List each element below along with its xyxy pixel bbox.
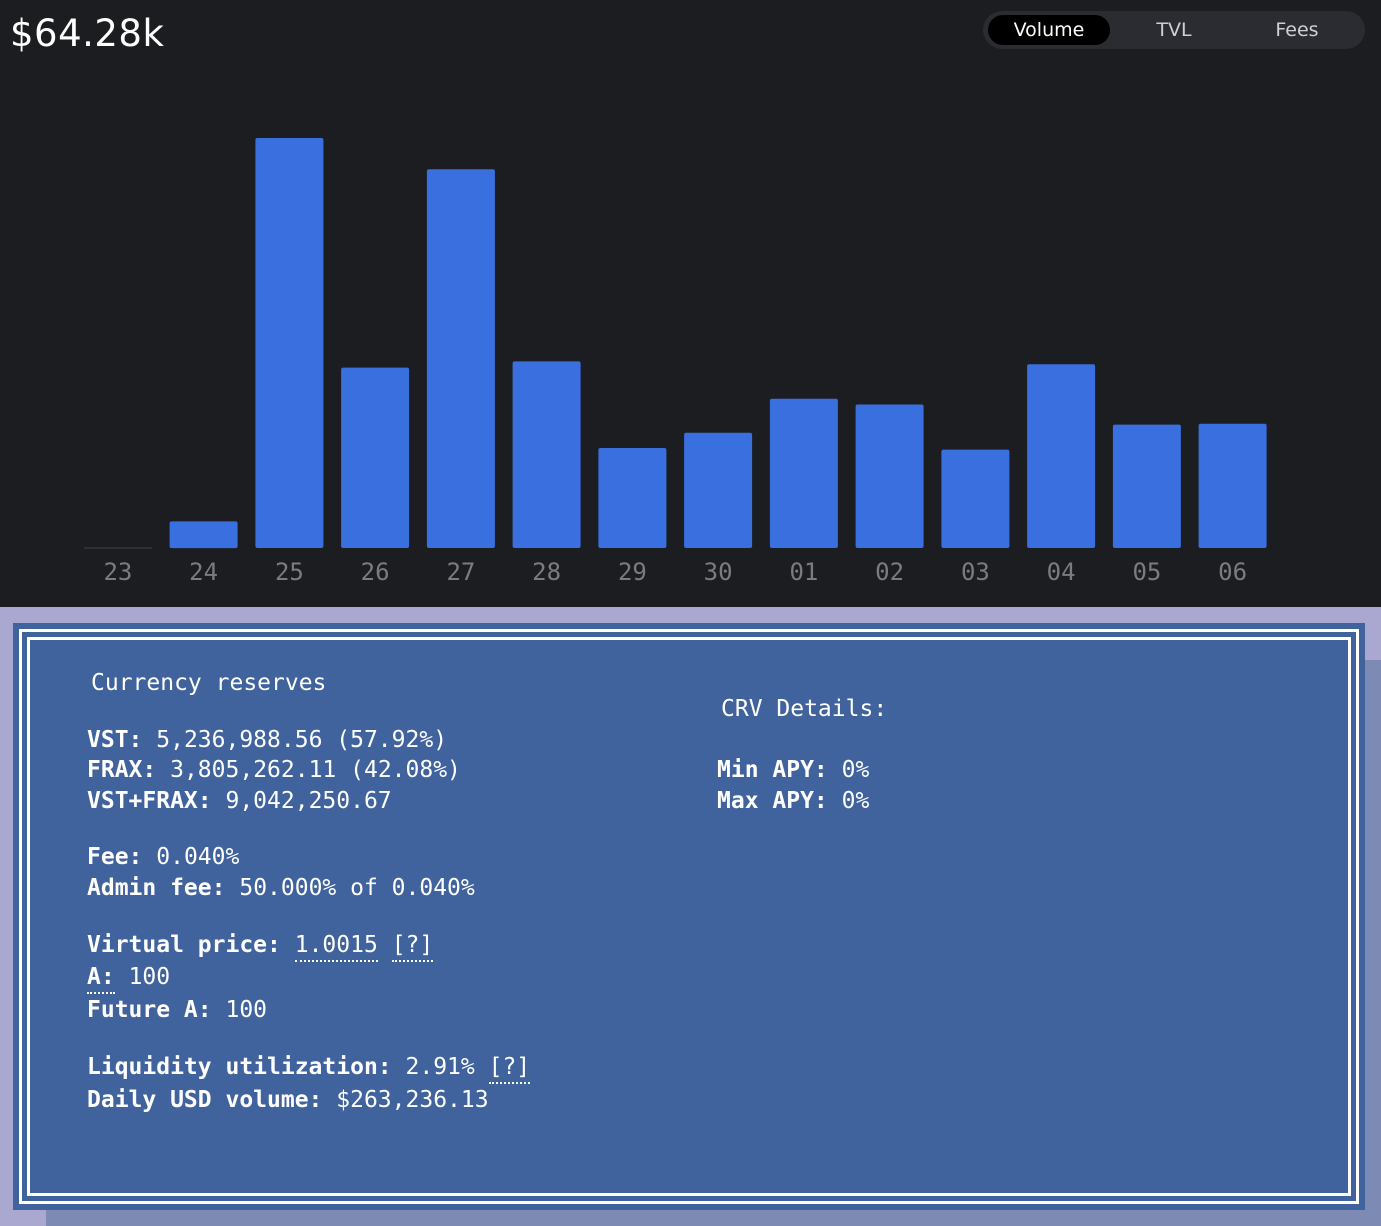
a-value: 100: [128, 964, 171, 990]
bar-05[interactable]: [1112, 424, 1181, 548]
x-tick-label: 29: [618, 558, 647, 586]
x-tick-label: 23: [103, 558, 132, 586]
frax-value: 3,805,262.11 (42.08%): [170, 757, 461, 783]
volume-chart-panel: $64.28k Volume TVL Fees 23 24 25 26 27 28 29 30…: [0, 0, 1381, 607]
fee-value: 0.040%: [156, 844, 240, 870]
frax-label: FRAX:: [87, 757, 157, 783]
min-apy-label: Min APY:: [717, 757, 828, 783]
x-tick-label: 28: [532, 558, 561, 586]
a-row: A: 100: [87, 964, 171, 994]
x-tick-label: 05: [1132, 558, 1161, 586]
liquidity-help-link[interactable]: [?]: [488, 1054, 531, 1084]
min-apy-row: Min APY: 0%: [717, 757, 869, 783]
virtual-price-help-link[interactable]: [?]: [391, 932, 434, 962]
vst-label: VST:: [87, 727, 143, 753]
bar-30[interactable]: [684, 432, 753, 548]
x-tick-label: 30: [704, 558, 733, 586]
liquidity-value: 2.91%: [405, 1054, 475, 1080]
daily-volume-label: Daily USD volume:: [87, 1087, 323, 1113]
max-apy-value: 0%: [841, 788, 870, 814]
max-apy-row: Max APY: 0%: [717, 788, 869, 814]
frax-reserve-row: FRAX: 3,805,262.11 (42.08%): [87, 757, 461, 783]
bar-28[interactable]: [512, 361, 581, 548]
bar-29[interactable]: [598, 448, 667, 548]
admin-fee-value: 50.000% of 0.040%: [239, 875, 475, 901]
daily-volume-row: Daily USD volume: $263,236.13: [87, 1087, 489, 1113]
pool-info-panel: Currency reserves VST: 5,236,988.56 (57.…: [13, 623, 1365, 1210]
vst-value: 5,236,988.56 (57.92%): [156, 727, 448, 753]
x-tick-label: 02: [875, 558, 904, 586]
bar-24[interactable]: [169, 521, 238, 549]
x-tick-label: 26: [361, 558, 390, 586]
x-tick-label: 27: [446, 558, 475, 586]
x-tick-label: 06: [1218, 558, 1247, 586]
total-reserve-row: VST+FRAX: 9,042,250.67: [87, 788, 392, 814]
bar-27[interactable]: [426, 169, 495, 548]
bar-01[interactable]: [769, 398, 838, 548]
a-label[interactable]: A:: [87, 964, 115, 994]
x-tick-label: 24: [189, 558, 218, 586]
max-apy-label: Max APY:: [717, 788, 828, 814]
bar-06[interactable]: [1198, 423, 1267, 548]
fee-row: Fee: 0.040%: [87, 844, 239, 870]
x-tick-label: 04: [1047, 558, 1076, 586]
bar-26[interactable]: [341, 367, 410, 548]
liquidity-label: Liquidity utilization:: [87, 1054, 392, 1080]
liquidity-utilization-row: Liquidity utilization: 2.91% [?]: [87, 1054, 531, 1084]
bar-03[interactable]: [941, 449, 1010, 548]
total-value: 9,042,250.67: [225, 788, 392, 814]
bar-25[interactable]: [255, 138, 324, 548]
future-a-label: Future A:: [87, 997, 212, 1023]
daily-volume-value: $263,236.13: [336, 1087, 489, 1113]
x-tick-label: 25: [275, 558, 304, 586]
future-a-value: 100: [225, 997, 268, 1023]
currency-reserves-title: Currency reserves: [91, 670, 327, 696]
admin-fee-row: Admin fee: 50.000% of 0.040%: [87, 875, 475, 901]
total-label: VST+FRAX:: [87, 788, 212, 814]
x-tick-label: 01: [789, 558, 818, 586]
virtual-price-row: Virtual price: 1.0015 [?]: [87, 932, 434, 962]
virtual-price-value[interactable]: 1.0015: [294, 932, 378, 962]
bar-02[interactable]: [855, 404, 924, 549]
x-tick-label: 03: [961, 558, 990, 586]
future-a-row: Future A: 100: [87, 997, 267, 1023]
admin-fee-label: Admin fee:: [87, 875, 226, 901]
fee-label: Fee:: [87, 844, 143, 870]
virtual-price-label: Virtual price:: [87, 932, 281, 958]
crv-details-title: CRV Details:: [721, 696, 888, 722]
min-apy-value: 0%: [841, 757, 870, 783]
vst-reserve-row: VST: 5,236,988.56 (57.92%): [87, 727, 447, 753]
bar-04[interactable]: [1027, 364, 1096, 548]
volume-bar-chart: 23 24 25 26 27 28 29 30 01 02 03 04 05 06: [83, 138, 1267, 586]
